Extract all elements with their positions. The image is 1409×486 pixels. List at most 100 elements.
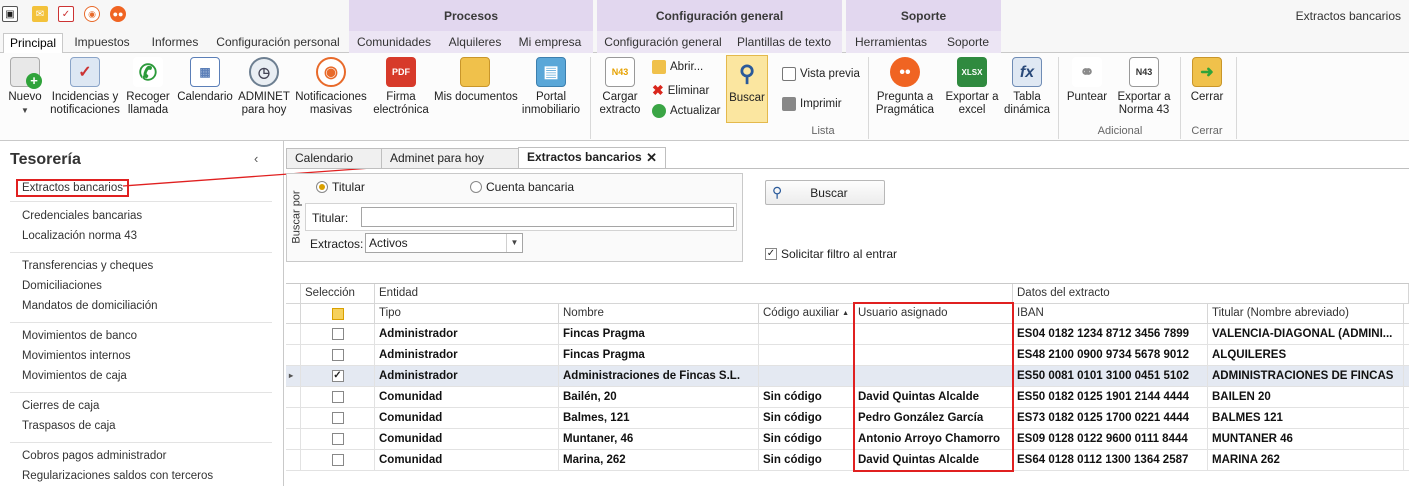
col-iban[interactable]: IBAN [1013,304,1208,324]
sort-ascending-icon: ▲ [842,310,849,317]
cell-tipo: Comunidad [375,387,559,408]
cell-codigo: Sin código [759,429,854,450]
radio-dot [470,181,482,193]
cell-nombre: Muntaner, 46 [559,429,759,450]
select-all-header[interactable] [301,304,375,324]
doc-tab-adminet[interactable]: Adminet para hoy [381,148,519,169]
row-checkbox[interactable] [331,349,344,361]
row-select-cell [301,387,375,408]
row-checkbox[interactable] [331,412,344,424]
radio-titular[interactable]: Titular [316,180,365,194]
cell-codigo [759,345,854,366]
cell-nombre: Fincas Pragma [559,324,759,345]
cell-overflow [1404,408,1409,429]
cell-tipo: Administrador [375,345,559,366]
cell-codigo [759,324,854,345]
search-icon: ⚲ [772,184,783,200]
row-checkbox[interactable]: ✓ [331,370,344,382]
extractos-select-value: Activos [369,236,408,250]
chevron-down-icon[interactable]: ▼ [506,234,522,252]
row-indicator: ▸ [286,366,301,387]
col-titular[interactable]: Titular (Nombre abreviado) [1208,304,1404,324]
cell-iban: ES09 0128 0122 9600 0111 8444 [1013,429,1208,450]
col-codigo-auxiliar[interactable]: Código auxiliar ▲ [759,304,854,324]
titular-row: Titular: [305,203,737,231]
tab-underline [286,168,1409,169]
cell-titular: MUNTANER 46 [1208,429,1404,450]
row-indicator-header [286,284,301,304]
titular-input[interactable] [361,207,734,227]
solicitar-filtro-checkbox[interactable]: ✓ Solicitar filtro al entrar [765,247,897,261]
radio-cuenta-bancaria[interactable]: Cuenta bancaria [470,180,574,194]
cell-iban: ES04 0182 1234 8712 3456 7899 [1013,324,1208,345]
band-entidad: Entidad [375,284,1013,304]
row-checkbox[interactable] [331,328,344,340]
cell-iban: ES50 0081 0101 3100 0451 5102 [1013,366,1208,387]
row-checkbox[interactable] [331,454,344,466]
cell-tipo: Administrador [375,324,559,345]
cell-overflow [1404,366,1409,387]
row-checkbox[interactable] [331,391,344,403]
band-seleccion: Selección [301,284,375,304]
col-tipo[interactable]: Tipo [375,304,559,324]
cell-codigo [759,366,854,387]
col-overflow [1404,304,1409,324]
band-datos-extracto: Datos del extracto [1013,284,1409,304]
row-indicator [286,345,301,366]
buscar-por-label: Buscar por [291,190,304,244]
cell-nombre: Bailén, 20 [559,387,759,408]
close-icon[interactable]: ✕ [646,148,657,167]
row-indicator-header [286,304,301,324]
row-indicator [286,387,301,408]
cell-iban: ES50 0182 0125 1901 2144 4444 [1013,387,1208,408]
radio-dot [316,181,328,193]
buscar-button[interactable]: ⚲ Buscar [765,180,885,205]
col-nombre[interactable]: Nombre [559,304,759,324]
cell-titular: MARINA 262 [1208,450,1404,471]
cell-titular: ALQUILERES [1208,345,1404,366]
row-select-cell [301,429,375,450]
cell-tipo: Comunidad [375,408,559,429]
row-indicator [286,450,301,471]
cell-titular: VALENCIA-DIAGONAL (ADMINI... [1208,324,1404,345]
cell-overflow [1404,345,1409,366]
cell-tipo: Comunidad [375,429,559,450]
annotation-highlight-box [853,302,1014,472]
extractos-grid: Selección Entidad Datos del extracto Tip… [286,283,1409,486]
checkbox-box: ✓ [765,248,777,260]
col-codigo-label: Código auxiliar [763,307,840,319]
cell-nombre: Fincas Pragma [559,345,759,366]
cell-overflow [1404,324,1409,345]
cell-titular: BALMES 121 [1208,408,1404,429]
cell-nombre: Administraciones de Fincas S.L. [559,366,759,387]
row-indicator [286,408,301,429]
row-indicator [286,429,301,450]
doc-tab-calendario[interactable]: Calendario [286,148,382,169]
cell-codigo: Sin código [759,450,854,471]
cell-overflow [1404,387,1409,408]
cell-codigo: Sin código [759,408,854,429]
cell-tipo: Administrador [375,366,559,387]
row-select-cell [301,450,375,471]
select-all-checkbox[interactable] [331,307,344,320]
row-select-cell [301,345,375,366]
cell-nombre: Balmes, 121 [559,408,759,429]
buscar-por-label-wrap: Buscar por [289,182,305,252]
extractos-label: Extractos: [310,237,364,251]
cell-titular: BAILEN 20 [1208,387,1404,408]
cell-titular: ADMINISTRACIONES DE FINCAS [1208,366,1404,387]
cell-tipo: Comunidad [375,450,559,471]
row-select-cell [301,324,375,345]
row-checkbox[interactable] [331,433,344,445]
doc-tab-label: Extractos bancarios [527,150,642,164]
row-select-cell: ✓ [301,366,375,387]
cell-overflow [1404,450,1409,471]
cell-iban: ES48 2100 0900 9734 5678 9012 [1013,345,1208,366]
extractos-select[interactable]: Activos ▼ [365,233,523,253]
cell-iban: ES73 0182 0125 1700 0221 4444 [1013,408,1208,429]
doc-tab-extractos[interactable]: Extractos bancarios ✕ [518,147,666,169]
titular-label: Titular: [312,211,349,225]
row-select-cell [301,408,375,429]
cell-iban: ES64 0128 0112 1300 1364 2587 [1013,450,1208,471]
filter-panel: Buscar por Titular Cuenta bancaria Titul… [286,173,743,262]
